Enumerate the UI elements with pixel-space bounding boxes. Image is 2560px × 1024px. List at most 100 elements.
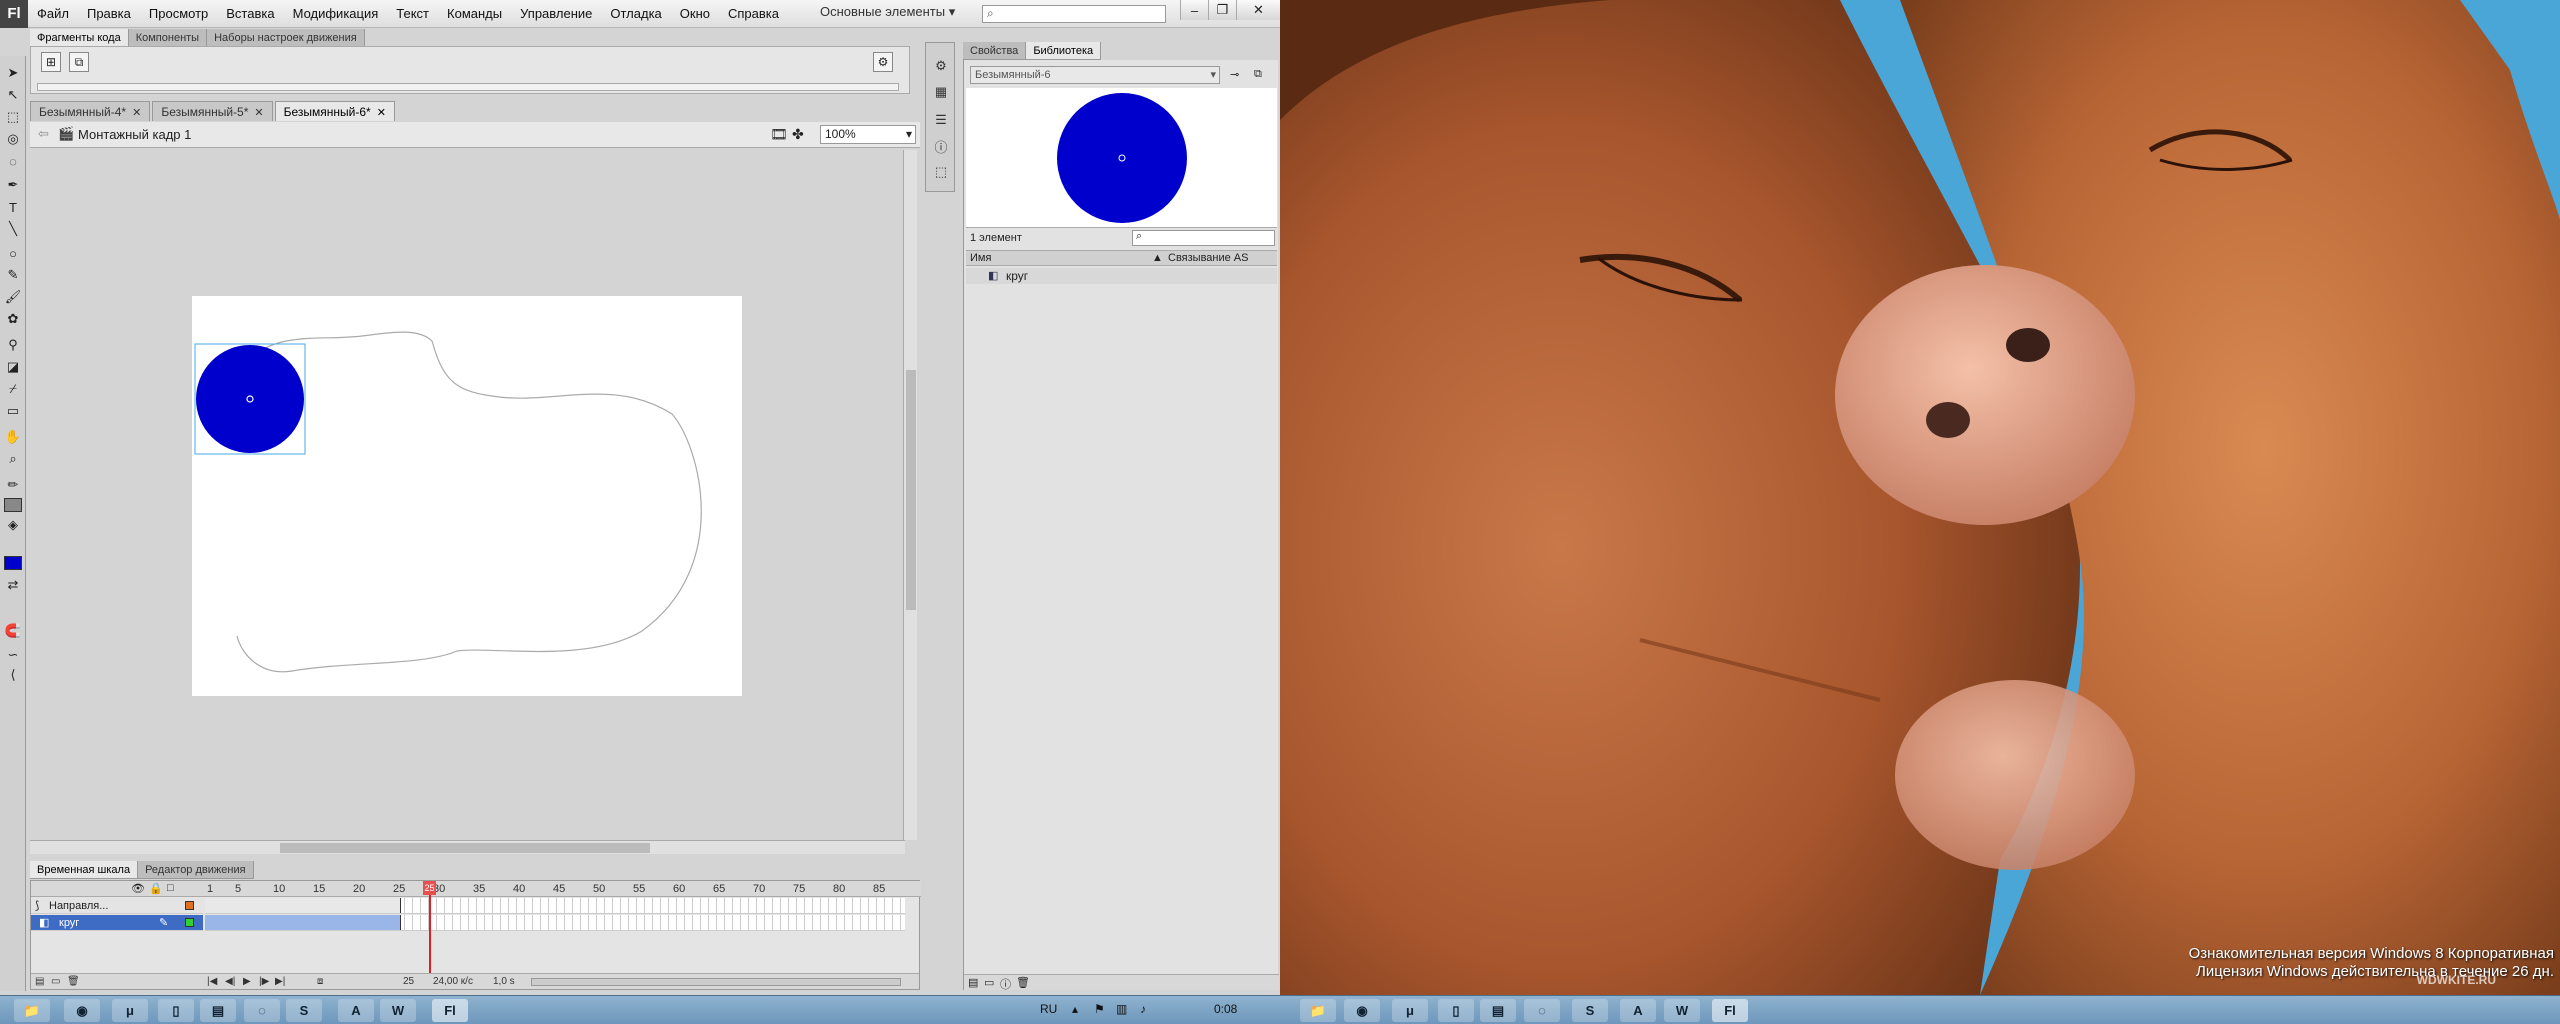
- edit-symbol-icon[interactable]: ✤: [792, 126, 804, 143]
- app-taskbar-icon[interactable]: ◌: [244, 999, 280, 1022]
- paint-bucket-tool-icon[interactable]: ◪: [3, 358, 23, 376]
- library-document-select[interactable]: Безымянный-6 ▾: [970, 66, 1220, 84]
- layer-guide[interactable]: ⟆ Направля...: [31, 898, 203, 914]
- menu-edit[interactable]: Правка: [78, 6, 140, 21]
- snap-to-objects-icon[interactable]: 🧲: [3, 622, 23, 640]
- deco-tool-icon[interactable]: ✿: [3, 310, 23, 328]
- close-tab-icon[interactable]: ✕: [254, 107, 263, 119]
- file-taskbar-icon[interactable]: ▯: [158, 999, 194, 1022]
- bone-tool-icon[interactable]: ⚲: [3, 336, 23, 354]
- options-gear-icon[interactable]: ⚙: [873, 52, 893, 72]
- stage[interactable]: [192, 296, 742, 696]
- flag-icon[interactable]: ⚑: [1094, 1002, 1105, 1016]
- swap-colors-icon[interactable]: ⇄: [3, 576, 23, 594]
- outline-icon[interactable]: □: [167, 882, 174, 894]
- eyedropper-tool-icon[interactable]: ⌿: [3, 380, 23, 398]
- skype-taskbar-icon-2[interactable]: S: [1572, 999, 1608, 1022]
- close-tab-icon[interactable]: ✕: [132, 107, 141, 119]
- column-name[interactable]: Имя: [970, 252, 991, 264]
- tab-timeline[interactable]: Временная шкала: [30, 861, 139, 878]
- subselection-tool-icon[interactable]: ↖: [3, 86, 23, 104]
- utorrent-taskbar-icon[interactable]: μ: [112, 999, 148, 1022]
- play-icon[interactable]: ▶: [243, 976, 251, 987]
- insert-snippet-icon[interactable]: ⊞: [41, 52, 61, 72]
- info-panel-icon[interactable]: ⓘ: [932, 137, 950, 155]
- tab-properties[interactable]: Свойства: [963, 42, 1027, 59]
- menu-insert[interactable]: Вставка: [217, 6, 283, 21]
- brush-tool-icon[interactable]: 🖌: [3, 288, 23, 306]
- snippets-scrollbar[interactable]: [37, 83, 899, 91]
- new-folder-icon[interactable]: ▭: [984, 976, 994, 989]
- delete-icon[interactable]: 🗑: [1016, 976, 1030, 989]
- menu-view[interactable]: Просмотр: [140, 6, 217, 21]
- copy-snippet-icon[interactable]: ⧉: [69, 52, 89, 72]
- chrome-taskbar-icon-2[interactable]: ◉: [1344, 999, 1380, 1022]
- explorer-taskbar-icon[interactable]: 📁: [14, 999, 50, 1022]
- network-icon[interactable]: ▥: [1116, 1002, 1127, 1016]
- pencil-tool-icon[interactable]: ✎: [3, 266, 23, 284]
- tab-components[interactable]: Компоненты: [129, 29, 208, 46]
- fill-color-swatch[interactable]: [4, 556, 22, 570]
- tab-library[interactable]: Библиотека: [1026, 42, 1102, 59]
- straighten-icon[interactable]: ⟨: [3, 666, 23, 684]
- last-frame-icon[interactable]: ▶|: [275, 976, 285, 987]
- new-library-panel-icon[interactable]: ⧉: [1254, 68, 1262, 81]
- flash-taskbar-icon-2[interactable]: Fl: [1712, 999, 1748, 1022]
- menu-file[interactable]: Файл: [28, 6, 78, 21]
- new-symbol-icon[interactable]: ▤: [968, 976, 978, 989]
- chrome-taskbar-icon[interactable]: ◉: [64, 999, 100, 1022]
- skype-taskbar-icon[interactable]: S: [286, 999, 322, 1022]
- word-taskbar-icon-2[interactable]: W: [1664, 999, 1700, 1022]
- stroke-color-swatch[interactable]: [4, 498, 22, 512]
- doc-tab-6[interactable]: Безымянный-6* ✕: [274, 101, 395, 121]
- line-tool-icon[interactable]: ╲: [3, 220, 23, 238]
- lock-icon[interactable]: 🔒: [149, 882, 163, 895]
- tab-motion-presets[interactable]: Наборы настроек движения: [207, 29, 365, 46]
- doc-tab-5[interactable]: Безымянный-5* ✕: [152, 101, 273, 121]
- swatches-panel-icon[interactable]: ▦: [932, 83, 950, 101]
- smooth-icon[interactable]: ∽: [3, 646, 23, 664]
- menu-commands[interactable]: Команды: [438, 6, 511, 21]
- menu-text[interactable]: Текст: [387, 6, 438, 21]
- help-search-input[interactable]: ⌕: [982, 5, 1166, 23]
- menu-window[interactable]: Окно: [671, 6, 719, 21]
- lasso-tool-icon[interactable]: ◌: [3, 152, 23, 170]
- current-frame-readout[interactable]: 25: [403, 976, 414, 987]
- tab-motion-editor[interactable]: Редактор движения: [138, 861, 254, 878]
- word-taskbar-icon[interactable]: W: [380, 999, 416, 1022]
- stage-horizontal-scrollbar[interactable]: [30, 840, 905, 854]
- eye-icon[interactable]: 👁: [131, 882, 145, 895]
- app-taskbar-icon-2[interactable]: ◌: [1524, 999, 1560, 1022]
- selection-tool-icon[interactable]: ➤: [3, 64, 23, 82]
- frame-ruler[interactable]: 👁 🔒 □ 1 5 10 15 20 25 30 35 40 45 50 55 …: [31, 881, 921, 897]
- motion-guide-path[interactable]: [236, 331, 702, 673]
- edit-scene-icon[interactable]: 🎞: [770, 126, 788, 143]
- layer-color-swatch[interactable]: [185, 918, 194, 927]
- menu-control[interactable]: Управление: [511, 6, 601, 21]
- color-panel-icon[interactable]: ⚙: [932, 57, 950, 75]
- tab-code-snippets[interactable]: Фрагменты кода: [30, 29, 129, 46]
- minimize-button[interactable]: –: [1180, 0, 1208, 20]
- properties-icon[interactable]: ⓘ: [1000, 976, 1011, 992]
- delete-icon[interactable]: 🗑: [67, 976, 80, 987]
- layer-color-swatch[interactable]: [185, 901, 194, 910]
- stroke-color-icon[interactable]: ✏: [3, 476, 23, 494]
- timeline-scrollbar[interactable]: [531, 978, 901, 986]
- circle-frames[interactable]: [205, 915, 905, 931]
- onion-skin-icon[interactable]: ⧈: [317, 976, 323, 987]
- acrobat-taskbar-icon-2[interactable]: A: [1620, 999, 1656, 1022]
- fps-readout[interactable]: 24,00 к/с: [433, 976, 473, 987]
- align-panel-icon[interactable]: ☰: [932, 111, 950, 129]
- back-arrow-icon[interactable]: ⇦: [38, 126, 49, 142]
- stage-vertical-scrollbar[interactable]: [903, 150, 917, 840]
- motion-tween-span[interactable]: [205, 915, 401, 930]
- sort-icon[interactable]: ▲: [1152, 252, 1163, 264]
- file-taskbar-icon-2[interactable]: ▯: [1438, 999, 1474, 1022]
- library-search-input[interactable]: ⌕: [1132, 230, 1275, 246]
- document-taskbar-icon-2[interactable]: ▤: [1480, 999, 1516, 1022]
- layer-circle[interactable]: ◧ круг ✎: [31, 915, 203, 931]
- first-frame-icon[interactable]: |◀: [207, 976, 217, 987]
- doc-tab-4[interactable]: Безымянный-4* ✕: [30, 101, 151, 121]
- scroll-thumb[interactable]: [906, 370, 916, 610]
- pin-icon[interactable]: ⊸: [1230, 68, 1239, 81]
